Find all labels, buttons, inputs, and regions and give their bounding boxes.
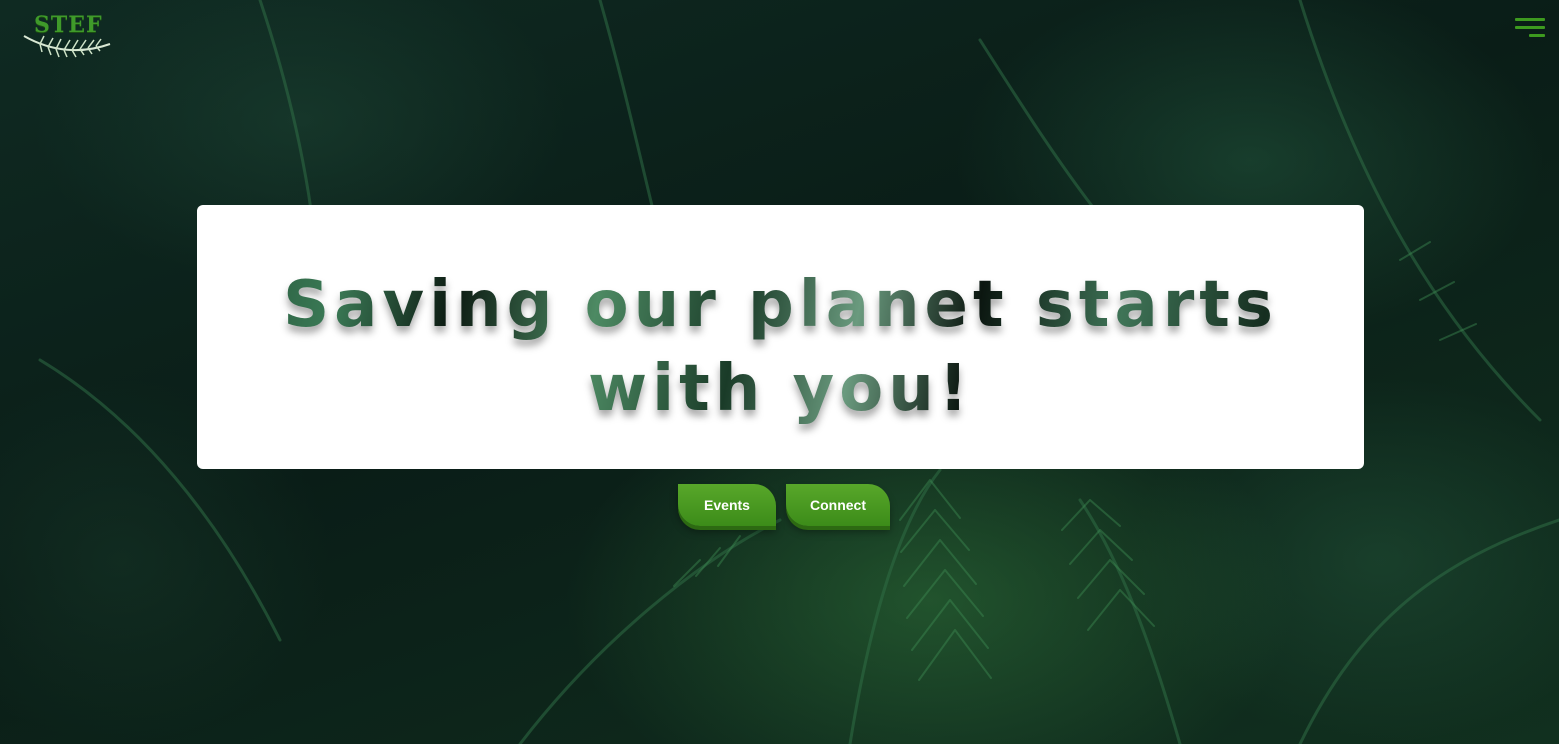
hero-actions: Events Connect: [678, 484, 898, 534]
fern-leaf-logo-icon: [23, 35, 111, 58]
hero-card: Saving our planet starts with you!: [197, 205, 1364, 469]
hero-page: STEF Saving our planet starts with you! …: [0, 0, 1559, 744]
hero-headline: Saving our planet starts with you!: [197, 263, 1364, 431]
stef-logo[interactable]: STEF: [22, 12, 114, 58]
connect-button[interactable]: Connect: [786, 484, 890, 526]
menu-bar-middle: [1515, 26, 1545, 29]
events-button[interactable]: Events: [678, 484, 776, 526]
menu-bar-top: [1515, 18, 1545, 21]
hamburger-menu-icon[interactable]: [1513, 18, 1545, 40]
menu-bar-bottom: [1529, 34, 1545, 37]
